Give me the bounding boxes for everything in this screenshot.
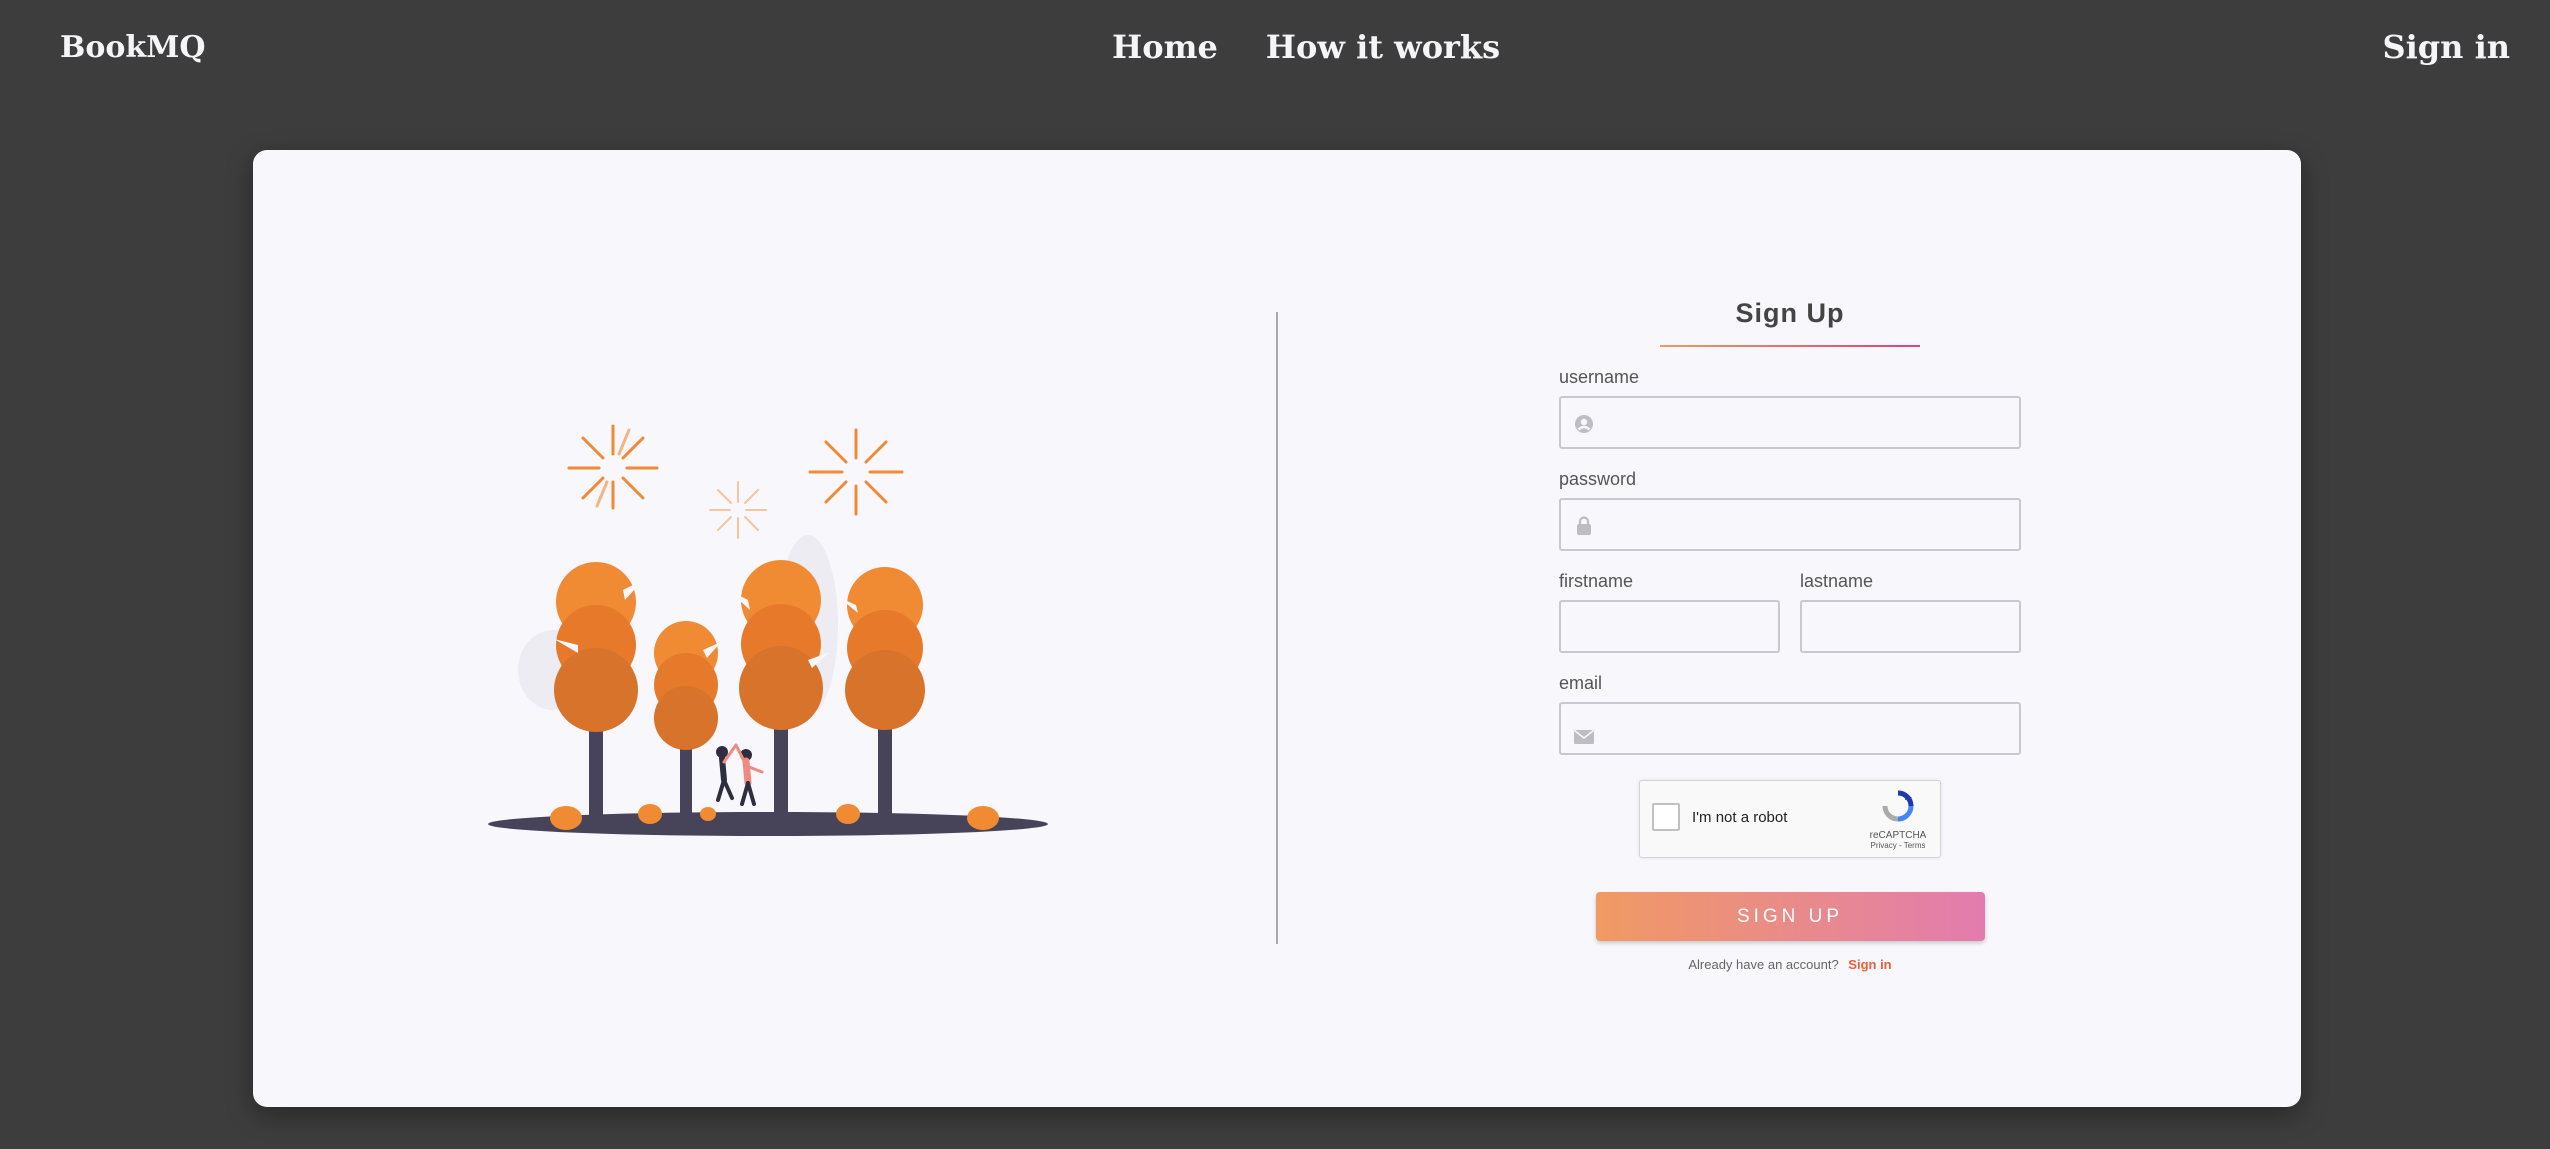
- recaptcha-label: I'm not a robot: [1692, 809, 1788, 826]
- brand-logo[interactable]: BookMQ: [60, 30, 206, 65]
- user-circle-icon: [1573, 413, 1595, 435]
- nav-link-home[interactable]: Home: [1112, 28, 1218, 66]
- lastname-column: lastname: [1800, 551, 2021, 653]
- firstname-label: firstname: [1559, 571, 1634, 591]
- signin-question: Already have an account?: [1688, 957, 1839, 972]
- signup-button[interactable]: SIGN UP: [1595, 892, 1985, 941]
- email-label: email: [1559, 673, 1603, 693]
- firstname-field[interactable]: [1559, 600, 1780, 653]
- trees-fireworks-illustration: [488, 424, 1048, 836]
- nav-signin-link[interactable]: Sign in: [2383, 28, 2510, 66]
- password-label: password: [1559, 469, 1637, 489]
- recaptcha-privacy-terms[interactable]: Privacy - Terms: [1868, 841, 1928, 850]
- nav-link-how-it-works[interactable]: How it works: [1266, 28, 1500, 66]
- celebration-illustration: [478, 400, 1058, 850]
- name-row: firstname lastname: [1559, 551, 2021, 653]
- signup-card: Sign Up username password firstname last…: [253, 150, 2301, 1107]
- form-title: Sign Up: [1735, 298, 1845, 328]
- recaptcha-logo: reCAPTCHA Privacy - Terms: [1868, 789, 1928, 850]
- envelope-icon: [1573, 726, 1595, 748]
- recaptcha-widget: I'm not a robot reCAPTCHA Privacy - Term…: [1639, 780, 1941, 858]
- username-label: username: [1559, 367, 1640, 387]
- username-field[interactable]: [1559, 396, 2021, 449]
- recaptcha-checkbox[interactable]: [1652, 803, 1680, 831]
- lock-icon: [1573, 515, 1595, 537]
- lastname-field[interactable]: [1800, 600, 2021, 653]
- recaptcha-brand: reCAPTCHA: [1869, 830, 1927, 841]
- signin-link[interactable]: Sign in: [1848, 957, 1891, 972]
- firework-left: [567, 424, 659, 510]
- firework-middle: [709, 481, 767, 539]
- signup-form: Sign Up username password firstname last…: [1559, 298, 2021, 972]
- email-field[interactable]: [1559, 702, 2021, 755]
- nav-links: Home How it works: [1112, 28, 1500, 66]
- tree-3: [728, 560, 830, 730]
- people-high-five: [716, 743, 764, 806]
- firework-right: [808, 428, 904, 516]
- signin-prompt: Already have an account? Sign in: [1559, 957, 2021, 972]
- tree-1: [554, 562, 643, 732]
- recaptcha-icon: [1882, 790, 1914, 822]
- lastname-label: lastname: [1800, 571, 1874, 591]
- title-underline: [1660, 345, 1920, 347]
- vertical-divider: [1276, 312, 1278, 944]
- firstname-column: firstname: [1559, 551, 1780, 653]
- top-navigation: BookMQ Home How it works Sign in: [0, 0, 2550, 100]
- tree-2: [654, 621, 721, 750]
- tree-4: [838, 567, 925, 730]
- password-field[interactable]: [1559, 498, 2021, 551]
